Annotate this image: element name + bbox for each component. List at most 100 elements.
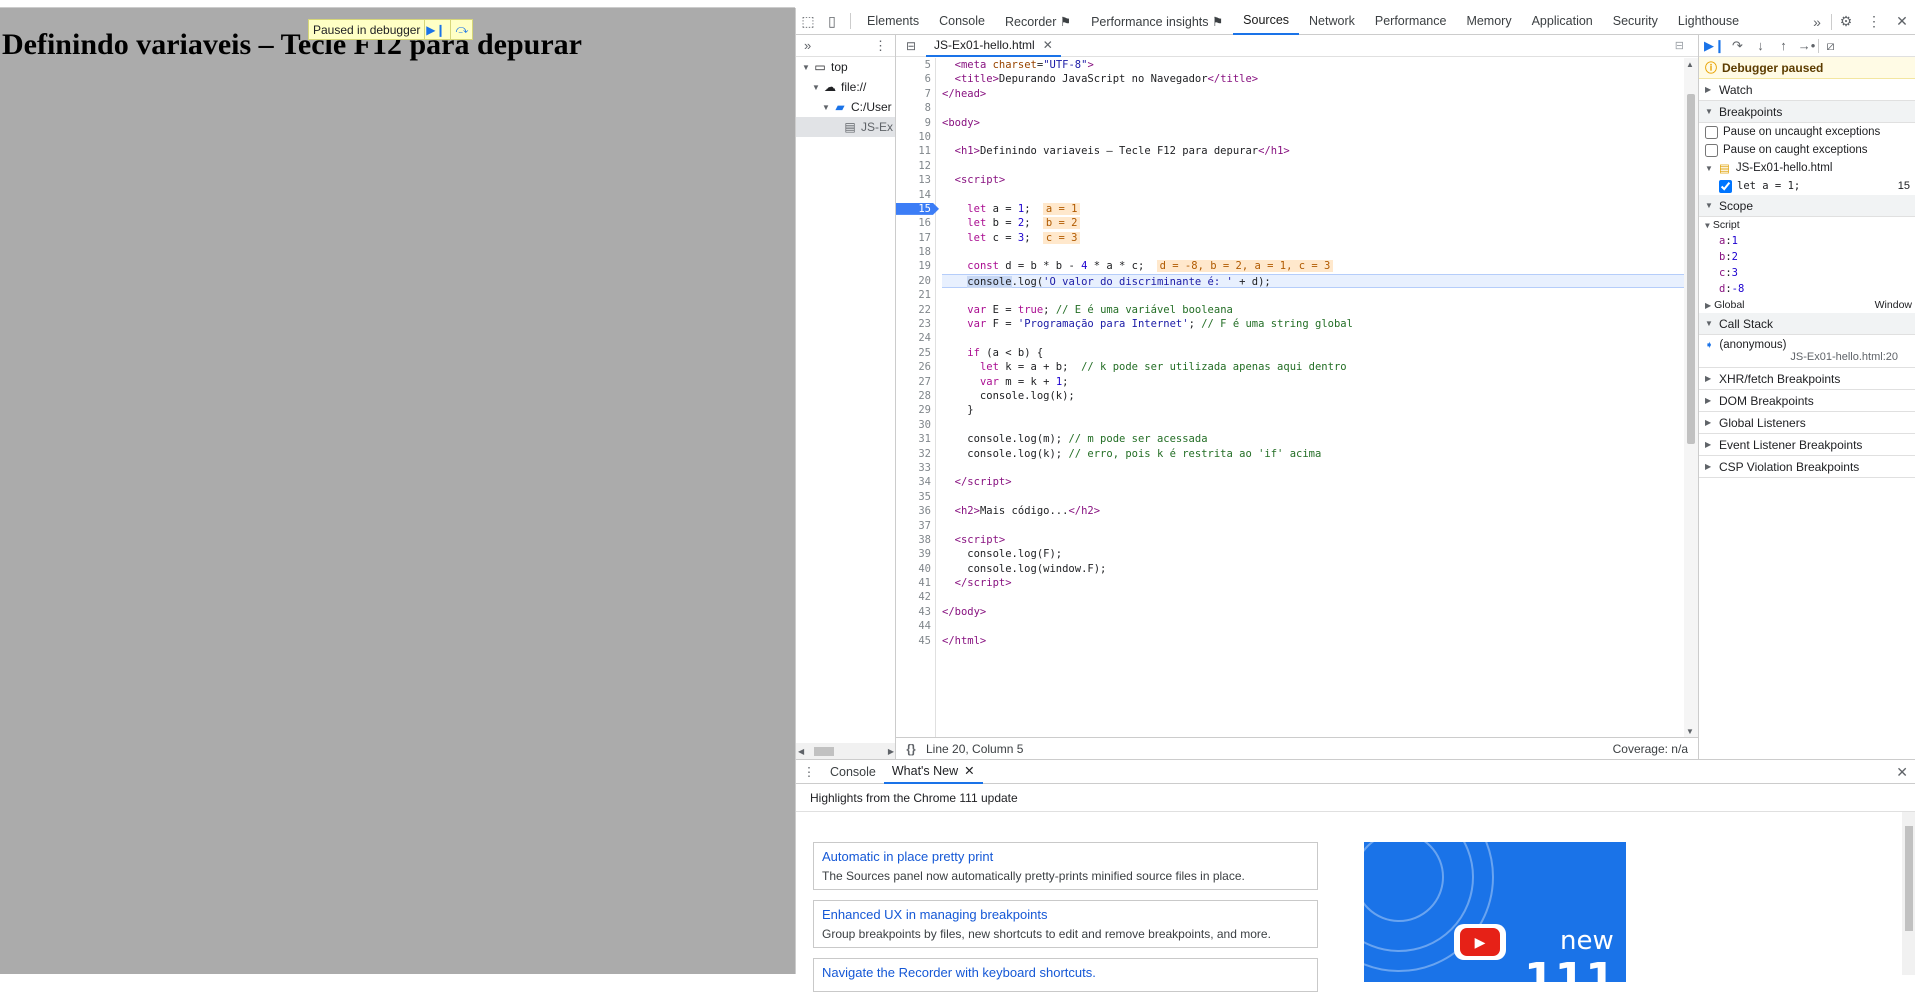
resume-icon[interactable]: ▶❙ — [424, 20, 446, 39]
code-line[interactable] — [942, 619, 1684, 633]
chrome-111-promo-video[interactable]: ▶ new 111 — [1364, 842, 1626, 982]
code-line[interactable] — [942, 519, 1684, 533]
code-line[interactable] — [942, 590, 1684, 604]
breakpoints-section[interactable]: ▼ Breakpoints — [1699, 101, 1915, 123]
line-number[interactable]: 40 — [896, 562, 935, 576]
line-number[interactable]: 41 — [896, 576, 935, 590]
whats-new-card[interactable]: Navigate the Recorder with keyboard shor… — [813, 958, 1318, 992]
line-number[interactable]: 11 — [896, 144, 935, 158]
device-toolbar-icon[interactable]: ▯ — [820, 13, 844, 30]
code-line[interactable]: let c = 3; c = 3 — [942, 231, 1684, 245]
code-view[interactable]: 5 6 7 8 9 10 11 12 13 14 15 16 17 18 19 20 21 22 23 24 25 26 2… — [896, 58, 1684, 738]
line-number[interactable]: 38 — [896, 533, 935, 547]
line-number[interactable]: 22 — [896, 303, 935, 317]
file-tab[interactable]: JS-Ex01-hello.html ✕ — [926, 35, 1061, 57]
code-line[interactable]: if (a < b) { — [942, 346, 1684, 360]
scope-variable[interactable]: b: 2 — [1699, 249, 1915, 265]
devtools-tab-elements[interactable]: Elements — [857, 8, 929, 35]
pause-uncaught-checkbox[interactable] — [1705, 125, 1718, 139]
code-line[interactable] — [942, 418, 1684, 432]
navigator-h-scrollbar[interactable]: ◀ ▶ — [796, 743, 895, 759]
devtools-tab-recorder[interactable]: Recorder ⚑ — [995, 8, 1081, 35]
line-number[interactable]: 27 — [896, 375, 935, 389]
code-line[interactable]: </script> — [942, 475, 1684, 489]
line-number[interactable]: 7 — [896, 87, 935, 101]
line-number[interactable]: 33 — [896, 461, 935, 475]
code-line[interactable]: var m = k + 1; — [942, 375, 1684, 389]
card-title-link[interactable]: Automatic in place pretty print — [822, 849, 1309, 864]
close-drawer-icon[interactable]: ✕ — [1896, 764, 1908, 781]
code-line[interactable]: </body> — [942, 605, 1684, 619]
line-number[interactable]: 5 — [896, 58, 935, 72]
code-line[interactable]: console.log(window.F); — [942, 562, 1684, 576]
script-scope[interactable]: ▼ Script — [1699, 217, 1915, 233]
close-devtools-icon[interactable]: ✕ — [1888, 13, 1915, 30]
code-line[interactable] — [942, 490, 1684, 504]
breakpoint-checkbox[interactable] — [1719, 179, 1732, 193]
code-line[interactable] — [942, 288, 1684, 302]
pause-caught-option[interactable]: Pause on caught exceptions — [1699, 141, 1915, 159]
section-dom-breakpoints[interactable]: ▶ DOM Breakpoints — [1699, 390, 1915, 412]
line-number[interactable]: 15 — [896, 202, 935, 216]
watch-section[interactable]: ▶ Watch — [1699, 79, 1915, 101]
step-over-icon[interactable]: ⤼ — [450, 20, 472, 39]
close-tab-icon[interactable]: ✕ — [1043, 38, 1053, 52]
code-line[interactable]: <h2>Mais código...</h2> — [942, 504, 1684, 518]
section-csp-violation-breakpoints[interactable]: ▶ CSP Violation Breakpoints — [1699, 456, 1915, 478]
navigator-node[interactable]: ▼ ▭ top — [796, 57, 895, 77]
line-number[interactable]: 17 — [896, 231, 935, 245]
step-over-icon[interactable]: ↷ — [1726, 38, 1749, 54]
code-line[interactable]: </script> — [942, 576, 1684, 590]
code-line[interactable]: let b = 2; b = 2 — [942, 216, 1684, 230]
global-scope[interactable]: ▶ Global Window — [1699, 297, 1915, 313]
line-number[interactable]: 18 — [896, 245, 935, 259]
devtools-tab-application[interactable]: Application — [1522, 8, 1603, 35]
line-number[interactable]: 31 — [896, 432, 935, 446]
navigator-node[interactable]: ▼ ▰ C:/User — [796, 97, 895, 117]
devtools-tab-console[interactable]: Console — [929, 8, 995, 35]
code-line[interactable]: <script> — [942, 173, 1684, 187]
drawer-tab-console[interactable]: Console — [822, 760, 884, 784]
line-number-gutter[interactable]: 5 6 7 8 9 10 11 12 13 14 15 16 17 18 19 20 21 22 23 24 25 26 2… — [896, 58, 936, 738]
line-number[interactable]: 9 — [896, 116, 935, 130]
devtools-tab-performance[interactable]: Performance — [1365, 8, 1457, 35]
code-line[interactable] — [942, 245, 1684, 259]
code-line[interactable] — [942, 461, 1684, 475]
settings-gear-icon[interactable]: ⚙ — [1832, 13, 1860, 30]
devtools-tab-performance-insights[interactable]: Performance insights ⚑ — [1081, 8, 1233, 35]
breakpoint-file[interactable]: ▼ ▤ JS-Ex01-hello.html — [1699, 159, 1915, 177]
scope-variable[interactable]: d: -8 — [1699, 281, 1915, 297]
devtools-tab-lighthouse[interactable]: Lighthouse — [1668, 8, 1749, 35]
line-number[interactable]: 25 — [896, 346, 935, 360]
card-title-link[interactable]: Navigate the Recorder with keyboard shor… — [822, 965, 1309, 980]
line-number[interactable]: 34 — [896, 475, 935, 489]
line-number[interactable]: 44 — [896, 619, 935, 633]
devtools-tab-memory[interactable]: Memory — [1456, 8, 1521, 35]
line-number[interactable]: 32 — [896, 447, 935, 461]
line-number[interactable]: 8 — [896, 101, 935, 115]
line-number[interactable]: 6 — [896, 72, 935, 86]
more-tabs-icon[interactable]: » — [1803, 14, 1831, 30]
code-line[interactable]: <body> — [942, 116, 1684, 130]
code-line[interactable]: var F = 'Programação para Internet'; // … — [942, 317, 1684, 331]
line-number[interactable]: 20 — [896, 274, 935, 288]
deactivate-breakpoints-icon[interactable]: ⧄ — [1819, 38, 1842, 54]
line-number[interactable]: 12 — [896, 159, 935, 173]
step-out-icon[interactable]: ↑ — [1772, 38, 1795, 53]
code-line[interactable] — [942, 101, 1684, 115]
code-line[interactable]: console.log(m); // m pode ser acessada — [942, 432, 1684, 446]
resume-execution-icon[interactable]: ▶❙ — [1703, 38, 1726, 54]
line-number[interactable]: 16 — [896, 216, 935, 230]
code-line[interactable] — [942, 188, 1684, 202]
more-navigator-tabs-icon[interactable]: » — [804, 38, 811, 53]
call-stack-section[interactable]: ▼ Call Stack — [1699, 313, 1915, 335]
line-number[interactable]: 29 — [896, 403, 935, 417]
line-number[interactable]: 26 — [896, 360, 935, 374]
code-line[interactable]: console.log('O valor do discriminante é:… — [942, 273, 1684, 289]
step-icon[interactable]: →• — [1795, 38, 1818, 53]
whats-new-card[interactable]: Enhanced UX in managing breakpoints Group… — [813, 900, 1318, 948]
section-xhr-fetch-breakpoints[interactable]: ▶ XHR/fetch Breakpoints — [1699, 368, 1915, 390]
code-line[interactable]: console.log(k); // erro, pois k é restri… — [942, 447, 1684, 461]
navigator-node[interactable]: ▼ ☁ file:// — [796, 77, 895, 97]
line-number[interactable]: 35 — [896, 490, 935, 504]
